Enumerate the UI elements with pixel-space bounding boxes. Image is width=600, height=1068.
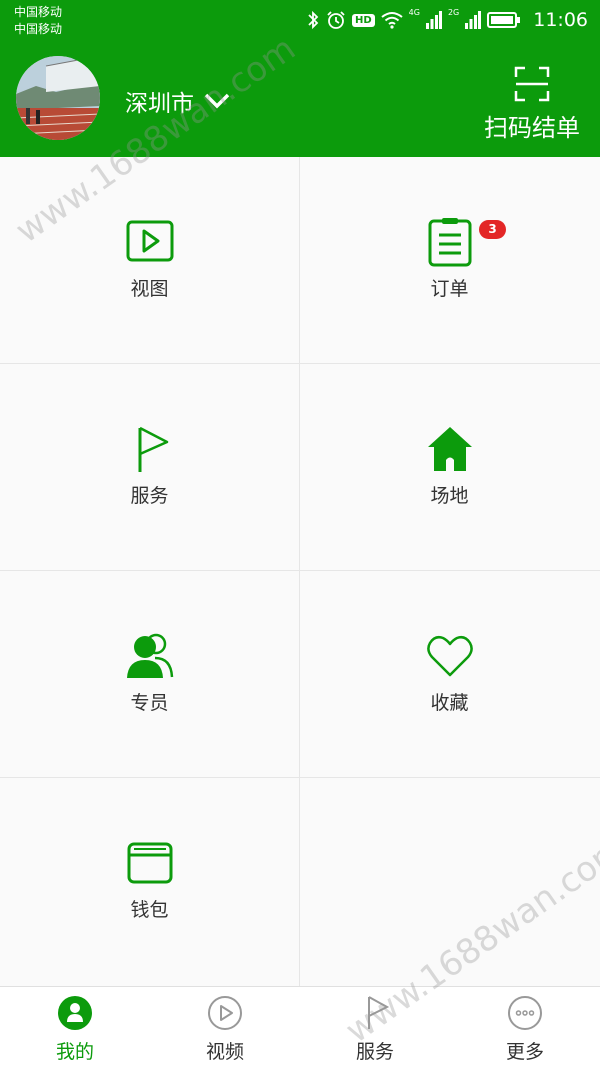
grid-item-label: 专员	[130, 692, 169, 714]
more-icon	[508, 996, 542, 1030]
carrier-label-2: 中国移动	[14, 22, 63, 36]
tab-more[interactable]: 更多	[450, 995, 600, 1064]
tab-label: 视频	[205, 1041, 244, 1063]
grid-item-label: 订单	[430, 278, 469, 300]
grid-divider	[0, 777, 600, 778]
wallet-icon	[127, 842, 172, 884]
scan-button[interactable]: 扫码结单	[482, 66, 582, 143]
grid-item-label: 钱包	[130, 899, 169, 921]
battery-icon	[487, 12, 521, 28]
tab-label: 更多	[505, 1041, 544, 1063]
grid-item-wallet[interactable]: 钱包	[0, 778, 299, 984]
grid-divider	[0, 363, 600, 364]
carrier-info: 中国移动 中国移动	[14, 4, 62, 38]
play-video-icon	[126, 220, 173, 262]
status-icons: HD 4G 2G 11:06	[306, 8, 588, 32]
grid-item-service[interactable]: 服务	[0, 364, 299, 570]
city-selector[interactable]: 深圳市	[125, 84, 230, 118]
grid-item-label: 收藏	[430, 692, 469, 714]
avatar-photo	[16, 56, 100, 140]
grid-item-empty	[300, 778, 599, 984]
grid-item-orders[interactable]: 订单	[300, 157, 599, 363]
grid-item-view[interactable]: 视图	[0, 157, 299, 363]
grid-item-label: 场地	[430, 485, 469, 507]
alarm-icon	[327, 11, 345, 29]
network-4g-label: 4G	[408, 8, 420, 17]
tab-label: 我的	[55, 1041, 94, 1063]
bottom-tab-bar: 我的 视频 服务 更多	[0, 986, 600, 1068]
grid-divider	[299, 157, 300, 986]
heart-icon	[426, 635, 473, 677]
orders-count-badge: 3	[479, 220, 506, 239]
carrier-label-1: 中国移动	[14, 5, 63, 19]
signal-icon	[425, 11, 442, 29]
tab-video[interactable]: 视频	[150, 995, 300, 1064]
tab-label: 服务	[355, 1041, 394, 1063]
tab-mine[interactable]: 我的	[0, 995, 150, 1064]
users-icon	[126, 633, 173, 678]
status-bar: 中国移动 中国移动 HD 4G 2G 11:06	[0, 0, 600, 42]
chevron-down-icon	[204, 93, 230, 109]
avatar[interactable]	[16, 56, 100, 140]
grid-divider	[0, 570, 600, 571]
wifi-icon	[381, 12, 403, 29]
signal-icon-2	[465, 11, 482, 29]
scan-icon	[514, 66, 550, 102]
bluetooth-icon	[308, 10, 319, 30]
flag-icon	[138, 426, 168, 472]
user-icon	[58, 996, 92, 1030]
home-icon	[427, 427, 472, 471]
grid-item-staff[interactable]: 专员	[0, 571, 299, 777]
grid-item-venue[interactable]: 场地	[300, 364, 599, 570]
clipboard-icon	[428, 218, 471, 267]
grid-item-favorite[interactable]: 收藏	[300, 571, 599, 777]
network-2g-label: 2G	[447, 8, 460, 17]
play-circle-icon	[208, 996, 242, 1030]
hd-icon: HD	[351, 13, 375, 27]
scan-label: 扫码结单	[484, 114, 580, 142]
app-header: 中国移动 中国移动 HD 4G 2G 11:06 深圳市 扫码结单	[0, 0, 600, 157]
city-label: 深圳市	[125, 91, 194, 117]
flag-icon	[368, 996, 390, 1029]
status-time: 11:06	[533, 9, 588, 31]
grid-item-label: 服务	[130, 485, 169, 507]
grid-item-label: 视图	[130, 278, 169, 300]
tab-service[interactable]: 服务	[300, 995, 450, 1064]
